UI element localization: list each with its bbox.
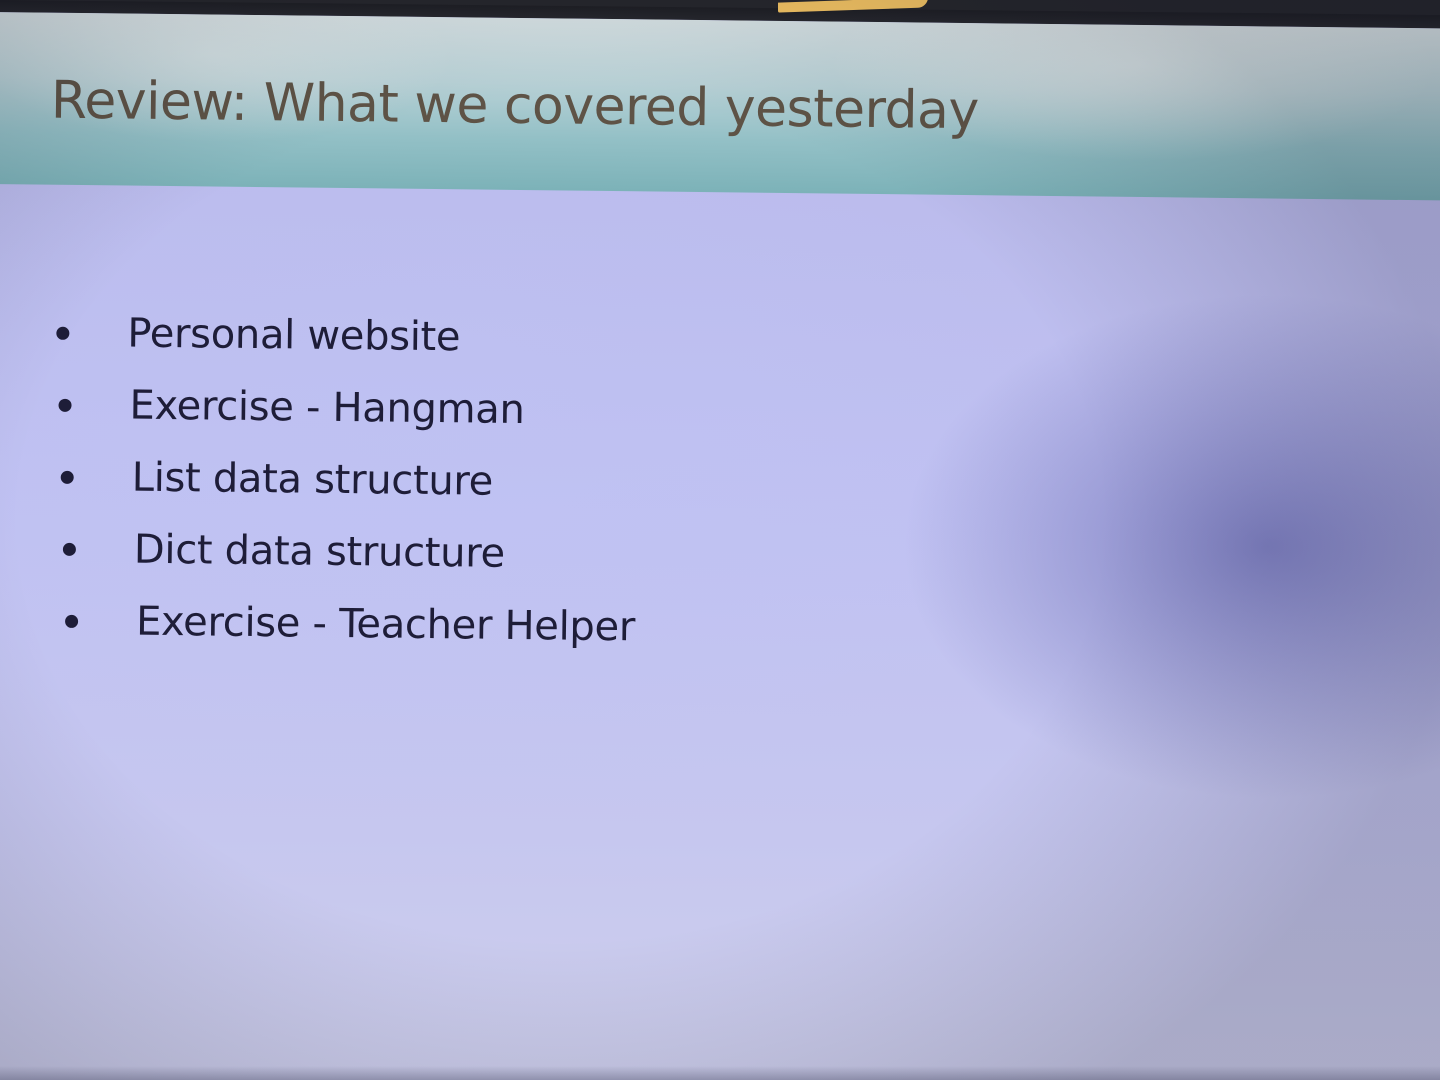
- bullet-list: Personal website Exercise - Hangman List…: [53, 297, 639, 664]
- bullet-item: Exercise - Hangman: [58, 369, 638, 448]
- presentation-slide: Review: What we covered yesterday Person…: [0, 12, 1440, 1080]
- bullet-text: List data structure: [131, 454, 494, 505]
- bullet-text: Personal website: [127, 310, 461, 361]
- bullet-item: Dict data structure: [62, 513, 637, 591]
- title-band: Review: What we covered yesterday: [0, 12, 1440, 201]
- slide-title: Review: What we covered yesterday: [50, 70, 980, 142]
- bullet-dot-icon: [58, 398, 72, 412]
- bullet-text: Dict data structure: [133, 526, 506, 577]
- bullet-item: Exercise - Teacher Helper: [65, 585, 636, 663]
- bullet-dot-icon: [62, 542, 76, 556]
- bullet-item: Personal website: [56, 297, 639, 376]
- screen-bottom-edge: [0, 1066, 1440, 1080]
- bullet-dot-icon: [56, 326, 70, 340]
- bullet-dot-icon: [60, 470, 74, 484]
- bullet-dot-icon: [65, 614, 79, 628]
- bullet-text: Exercise - Teacher Helper: [135, 598, 636, 651]
- bullet-text: Exercise - Hangman: [129, 382, 525, 434]
- photo-of-screen: Review: What we covered yesterday Person…: [0, 0, 1440, 1080]
- bullet-item: List data structure: [60, 441, 637, 520]
